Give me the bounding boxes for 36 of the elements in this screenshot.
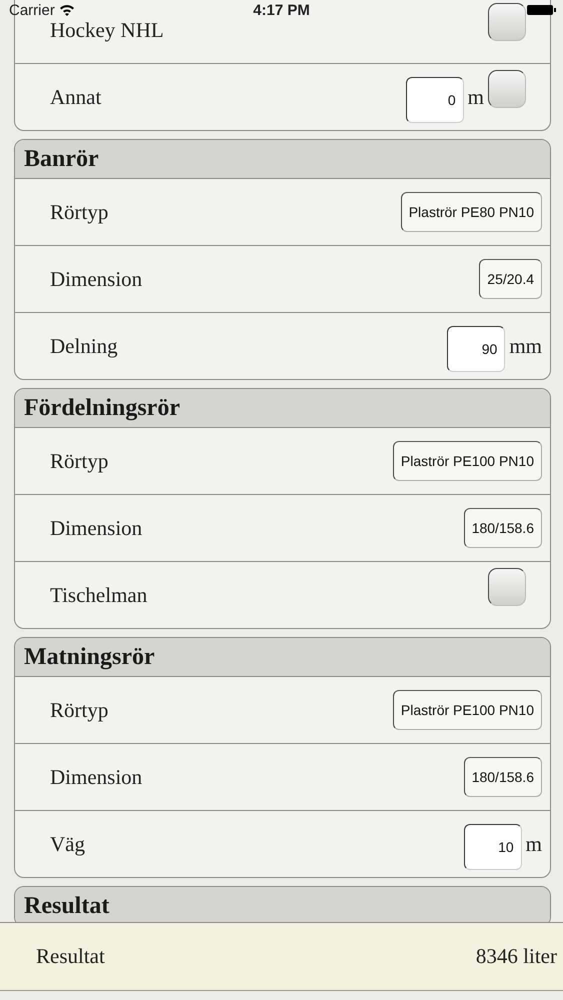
picker-field[interactable]: Plaströr PE100 PN10 xyxy=(392,690,542,730)
row-label: Delning xyxy=(50,334,118,358)
input-field[interactable]: 10 xyxy=(464,824,522,870)
result-value: 8346 liter xyxy=(476,944,557,969)
wifi-icon xyxy=(58,4,75,16)
battery-icon xyxy=(527,4,557,16)
picker-field[interactable]: 25/20.4 xyxy=(479,259,542,299)
unit-label: mm xyxy=(509,334,542,358)
picker-field[interactable]: 180/158.6 xyxy=(464,508,542,548)
checkbox[interactable] xyxy=(488,568,526,606)
input-field[interactable]: 90 xyxy=(447,326,506,372)
input-field[interactable]: 0 xyxy=(406,77,464,123)
row-label: Dimension xyxy=(50,764,142,790)
row-label: Rörtyp xyxy=(50,200,108,224)
row-label: Rörtyp xyxy=(50,448,108,474)
row-label: Väg xyxy=(50,832,85,856)
row-label: Hockey NHL xyxy=(50,18,164,42)
clock-label: 4:17 PM xyxy=(252,2,311,18)
checkbox[interactable] xyxy=(488,3,526,41)
picker-field[interactable]: Plaströr PE80 PN10 xyxy=(400,192,542,232)
row-label: Tischelman xyxy=(50,582,148,608)
carrier-label: Carrier xyxy=(9,2,55,18)
section-title: Matningsrör xyxy=(24,644,155,670)
row-label: Annat xyxy=(50,84,102,110)
picker-field[interactable]: Plaströr PE100 PN10 xyxy=(392,441,542,481)
section-title: Resultat xyxy=(24,892,110,920)
row-label: Rörtyp xyxy=(50,698,108,722)
result-label: Resultat xyxy=(36,944,105,969)
section-title: Fördelningsrör xyxy=(24,394,180,422)
checkbox[interactable] xyxy=(488,70,526,108)
picker-field[interactable]: 180/158.6 xyxy=(464,757,542,797)
row-label: Dimension xyxy=(50,266,142,292)
unit-label: m xyxy=(468,84,484,110)
row-label: Dimension xyxy=(50,516,142,540)
section-title: Banrör xyxy=(24,146,99,172)
unit-label: m xyxy=(526,832,542,856)
